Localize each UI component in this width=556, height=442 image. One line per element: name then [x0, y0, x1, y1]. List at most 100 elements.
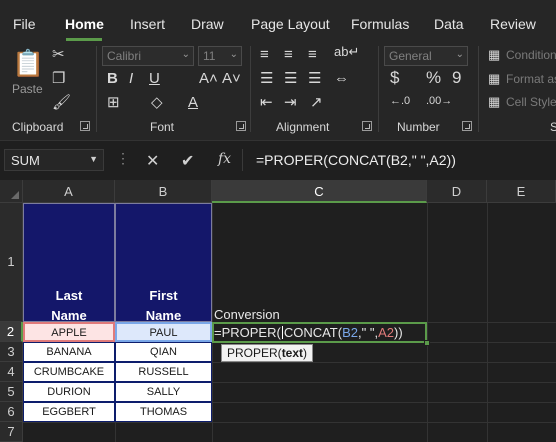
cell-styles-label[interactable]: Cell Style	[506, 95, 556, 109]
cell-c1[interactable]: Conversion	[214, 307, 280, 322]
row-header-5[interactable]: 5	[0, 382, 23, 402]
chevron-down-icon: ⌄	[229, 49, 238, 60]
gridline	[23, 422, 556, 423]
tooltip-fn: PROPER(	[227, 346, 282, 360]
alignment-launcher-icon[interactable]	[362, 121, 372, 131]
grow-font-icon[interactable]: A˄	[199, 71, 218, 86]
cell-b5[interactable]: SALLY	[115, 382, 212, 402]
ribbon: File Home Insert Draw Page Layout Formul…	[0, 0, 556, 140]
row-header-3[interactable]: 3	[0, 342, 23, 362]
copy-icon[interactable]: ❐	[52, 71, 65, 86]
font-name-select[interactable]: Calibri ⌄	[102, 46, 194, 66]
header-line: First	[149, 288, 178, 303]
paste-label[interactable]: Paste	[12, 82, 43, 96]
column-header-b[interactable]: B	[115, 180, 212, 203]
currency-icon[interactable]: $	[390, 69, 399, 86]
bold-icon[interactable]: B	[107, 71, 118, 86]
cut-icon[interactable]: ✂	[52, 47, 65, 62]
format-as-table-icon[interactable]: ▦	[488, 72, 500, 85]
align-top-icon[interactable]: ≡	[260, 47, 269, 62]
comma-style-icon[interactable]: 9	[452, 69, 461, 86]
formula-fn-concat: CONCAT(	[283, 325, 343, 340]
row-header-2[interactable]: 2	[0, 322, 23, 342]
group-label-clipboard: Clipboard	[12, 120, 64, 134]
column-header-a[interactable]: A	[23, 180, 115, 203]
group-label-number: Number	[397, 120, 440, 134]
cell-c2-editing[interactable]: =PROPER(CONCAT(B2," ",A2))	[212, 322, 427, 343]
number-format-select[interactable]: General ⌄	[384, 46, 468, 66]
more-options-icon[interactable]: ⋮	[116, 150, 130, 167]
enter-check-icon[interactable]: ✔	[181, 151, 194, 171]
cell-b4[interactable]: RUSSELL	[115, 362, 212, 382]
wrap-text-icon[interactable]: ab↵	[334, 45, 359, 58]
function-tooltip: PROPER(text)	[221, 344, 314, 362]
cell-b6[interactable]: THOMAS	[115, 402, 212, 422]
conditional-formatting-icon[interactable]: ▦	[488, 48, 500, 61]
row-header-1[interactable]: 1	[0, 203, 23, 322]
cell-a5[interactable]: DURION	[23, 382, 115, 402]
row-header-4[interactable]: 4	[0, 362, 23, 382]
cancel-icon[interactable]: ✕	[146, 151, 159, 171]
row-header-6[interactable]: 6	[0, 402, 23, 422]
tab-formulas[interactable]: Formulas	[351, 16, 409, 32]
font-color-icon[interactable]: A	[188, 95, 198, 110]
formula-bar: SUM ▼ ⋮ ✕ ✔ fx =PROPER(CONCAT(B2," ",A2)…	[0, 140, 556, 178]
cell-b1[interactable]: First Name	[115, 203, 212, 323]
clipboard-launcher-icon[interactable]	[80, 121, 90, 131]
shrink-font-icon[interactable]: A˅	[222, 71, 241, 86]
cell-b2[interactable]: PAUL	[115, 322, 212, 342]
formula-ref-a2: A2	[378, 325, 394, 340]
percent-icon[interactable]: %	[426, 69, 441, 86]
tab-page-layout[interactable]: Page Layout	[251, 16, 330, 32]
merge-center-icon[interactable]: ⇔	[334, 71, 349, 86]
increase-indent-icon[interactable]: ⇥	[284, 95, 297, 110]
cell-styles-icon[interactable]: ▦	[488, 95, 500, 108]
column-header-e[interactable]: E	[487, 180, 556, 203]
underline-icon[interactable]: U	[149, 71, 160, 86]
number-format-value: General	[389, 49, 432, 63]
cell-a4[interactable]: CRUMBCAKE	[23, 362, 115, 382]
cell-b3[interactable]: QIAN	[115, 342, 212, 362]
fill-handle[interactable]	[424, 340, 430, 346]
tab-draw[interactable]: Draw	[191, 16, 224, 32]
tab-file[interactable]: File	[13, 16, 36, 32]
cell-a2[interactable]: APPLE	[23, 322, 115, 342]
cell-a3[interactable]: BANANA	[23, 342, 115, 362]
group-divider	[250, 46, 251, 132]
orientation-icon[interactable]: ↗	[310, 95, 323, 110]
format-painter-icon[interactable]: 🖌	[52, 95, 71, 110]
tab-review[interactable]: Review	[490, 16, 536, 32]
font-size-value: 11	[203, 49, 216, 63]
increase-decimal-icon[interactable]: ←.0	[390, 96, 410, 107]
align-left-icon[interactable]: ☰	[260, 71, 273, 86]
tab-insert[interactable]: Insert	[130, 16, 165, 32]
font-launcher-icon[interactable]	[236, 121, 246, 131]
fill-color-icon[interactable]: ◇	[151, 95, 163, 110]
conditional-formatting-label[interactable]: Condition	[506, 48, 556, 62]
decrease-indent-icon[interactable]: ⇤	[260, 95, 273, 110]
italic-icon[interactable]: I	[129, 71, 133, 86]
align-middle-icon[interactable]: ≡	[284, 47, 293, 62]
tab-home[interactable]: Home	[65, 16, 104, 32]
align-bottom-icon[interactable]: ≡	[308, 47, 317, 62]
column-header-c[interactable]: C	[212, 180, 427, 203]
cell-a1[interactable]: Last Name	[23, 203, 115, 323]
decrease-decimal-icon[interactable]: .00→	[426, 96, 452, 107]
group-divider	[96, 46, 97, 132]
row-header-7[interactable]: 7	[0, 422, 23, 442]
paste-icon[interactable]: 📋	[12, 50, 44, 76]
cell-a6[interactable]: EGGBERT	[23, 402, 115, 422]
align-center-icon[interactable]: ☰	[284, 71, 297, 86]
insert-function-icon[interactable]: fx	[218, 151, 231, 167]
column-header-d[interactable]: D	[427, 180, 487, 203]
select-all-button[interactable]	[0, 180, 23, 203]
align-right-icon[interactable]: ☰	[308, 71, 321, 86]
font-size-select[interactable]: 11 ⌄	[198, 46, 242, 66]
formula-input[interactable]: =PROPER(CONCAT(B2," ",A2))	[246, 149, 556, 171]
number-launcher-icon[interactable]	[462, 121, 472, 131]
borders-icon[interactable]: ⊞	[107, 95, 120, 110]
tab-data[interactable]: Data	[434, 16, 464, 32]
name-box[interactable]: SUM ▼	[4, 149, 104, 171]
format-as-table-label[interactable]: Format as	[506, 72, 556, 86]
tooltip-arg[interactable]: text	[282, 346, 303, 360]
